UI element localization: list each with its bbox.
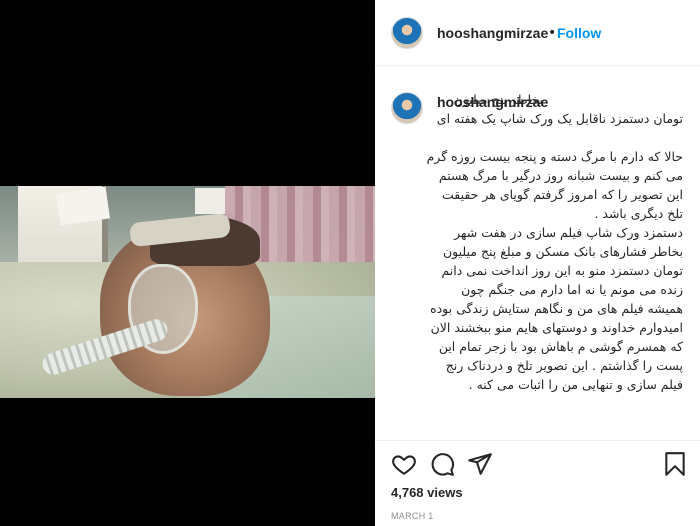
header-username[interactable]: hooshangmirzae [437,25,548,41]
caption-title: بخاطر پنج میلیون تومان دستمزد ناقابل یک … [436,92,683,126]
separator-dot: • [548,25,557,41]
bookmark-icon[interactable] [662,451,688,477]
caption-text: بخاطر پنج میلیون تومان دستمزد ناقابل یک … [425,90,683,394]
caption-paragraph: دستمزد ورک شاپ فیلم سازی در هفت شهر بخاط… [430,225,683,392]
caption: hooshangmirzae بخاطر پنج میلیون تومان دس… [375,66,700,440]
follow-button[interactable]: Follow [557,25,601,41]
avatar[interactable] [391,17,423,49]
post-panel: hooshangmirzae • Follow hooshangmirzae ب… [375,0,700,526]
caption-paragraph: حالا که دارم با مرگ دسته و پنجه بیست روز… [426,149,683,221]
post-date[interactable]: MARCH 1 [391,511,434,521]
post-media[interactable] [0,0,375,526]
comment-icon[interactable] [429,451,455,477]
post-header: hooshangmirzae • Follow [375,0,700,66]
view-count[interactable]: 4,768 views [391,485,463,500]
share-icon[interactable] [467,451,493,477]
action-bar: 4,768 views MARCH 1 [375,440,700,526]
video-frame[interactable] [0,186,375,398]
avatar[interactable] [391,92,423,124]
caption-gap [425,128,683,147]
heart-icon[interactable] [391,451,417,477]
